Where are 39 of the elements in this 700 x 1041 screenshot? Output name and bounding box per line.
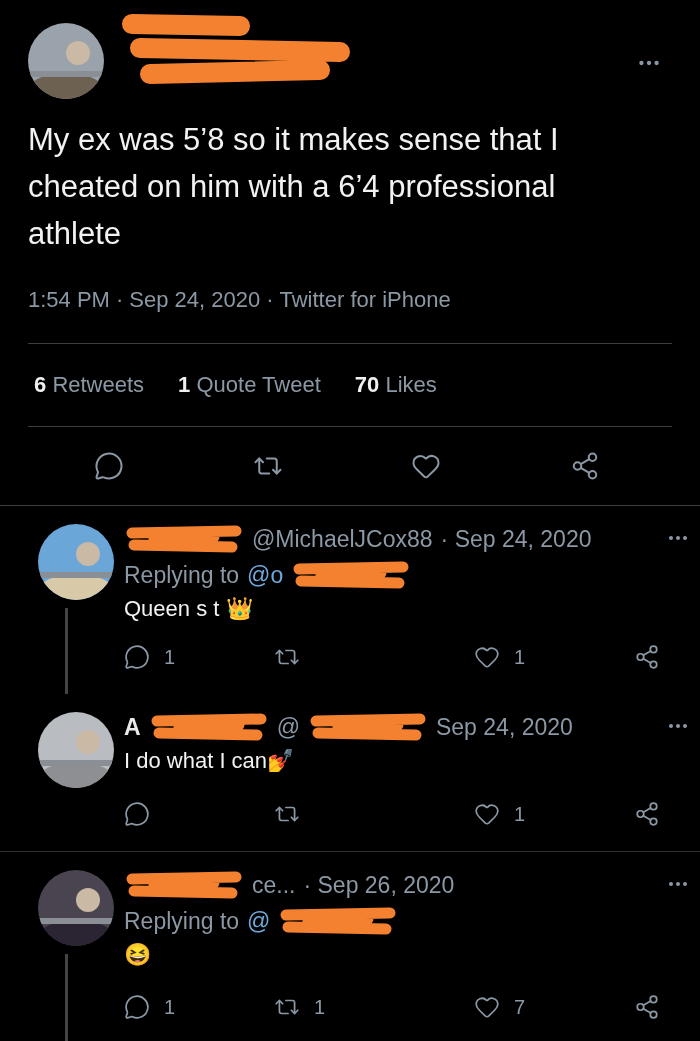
stat-link[interactable]: 1 Quote Tweet (178, 372, 321, 398)
mention-link[interactable]: @ (247, 907, 271, 935)
mention-link[interactable]: @o (247, 561, 284, 589)
like-count: 7 (514, 995, 526, 1019)
reply-count: 1 (164, 645, 176, 669)
user-handle[interactable]: ce... (252, 871, 296, 899)
user-name[interactable]: A (124, 713, 141, 741)
reply-icon[interactable] (124, 994, 150, 1020)
user-handle[interactable]: @MichaelJCox88 (252, 525, 433, 553)
separator-dot: · (115, 287, 124, 313)
separator-dot: · (266, 287, 274, 313)
retweet-count: 1 (314, 995, 326, 1019)
like-icon[interactable] (474, 994, 500, 1020)
reply-date: Sep 24, 2020 (436, 713, 573, 741)
like-count: 1 (514, 802, 526, 826)
tweet-meta: Sep 24, 2020 (129, 287, 261, 313)
stat-link[interactable]: 70 Likes (354, 372, 437, 398)
like-icon[interactable] (474, 801, 500, 827)
tweet-meta: 1:54 PM (28, 287, 110, 313)
reply-date: · Sep 24, 2020 (440, 525, 592, 553)
user-handle[interactable]: @ (276, 713, 300, 741)
like-icon[interactable] (474, 644, 500, 670)
replying-to-label: Replying to (124, 907, 240, 935)
reply-date: · Sep 26, 2020 (303, 871, 455, 899)
reply-text: Queen s t 👑 (124, 596, 254, 622)
share-icon[interactable] (634, 801, 660, 827)
share-icon[interactable] (634, 994, 660, 1020)
share-icon[interactable] (634, 644, 660, 670)
reply-text: I do what I can💅 (124, 748, 296, 774)
like-count: 1 (514, 645, 526, 669)
tweet-text: My ex was 5’8 so it makes sense that I cheated on him with a 6’4 professional athlete (28, 121, 560, 253)
reply-count: 1 (164, 995, 176, 1019)
reply-icon[interactable] (124, 801, 150, 827)
reply-icon[interactable] (94, 451, 124, 481)
stat-link[interactable]: 6 Retweets (34, 372, 145, 398)
replying-to-label: Replying to (124, 561, 240, 589)
tweet-meta: Twitter for iPhone (279, 287, 451, 313)
reply-text: 😆 (124, 942, 152, 968)
reply-icon[interactable] (124, 644, 150, 670)
